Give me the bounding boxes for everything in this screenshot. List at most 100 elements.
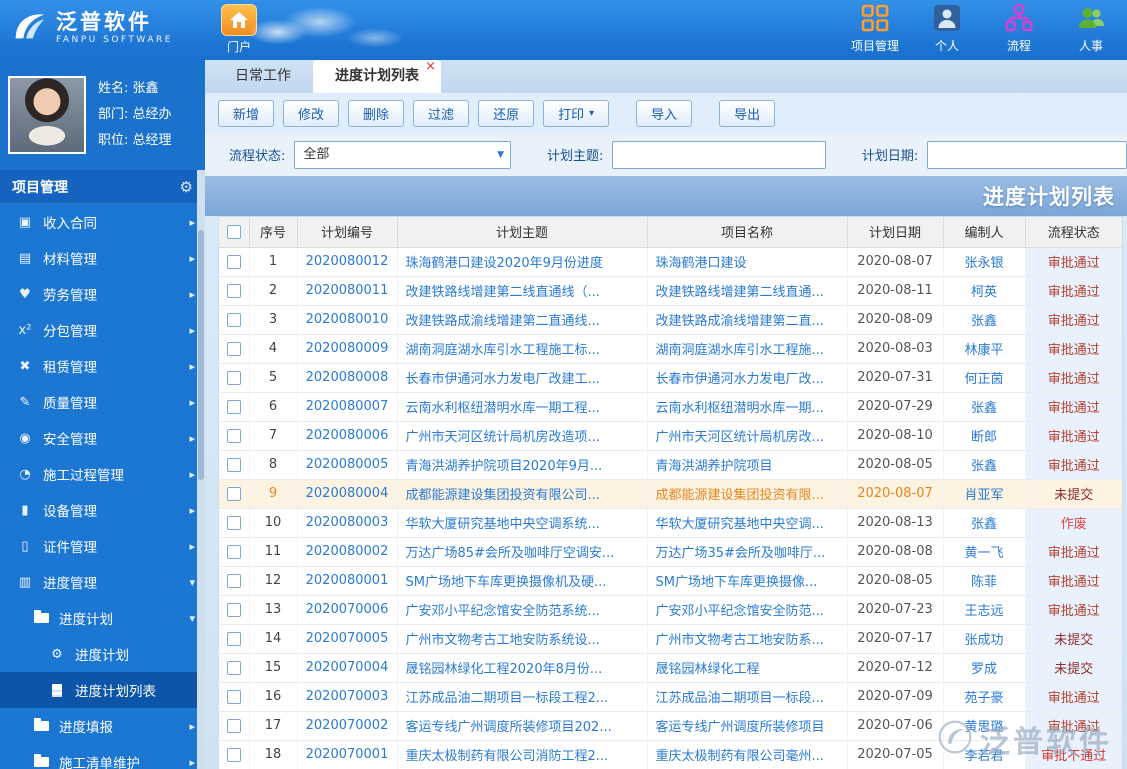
table-row[interactable]: 15 2020070004 晟铭园林绿化工程2020年8月份... 晟铭园林绿化工程 2… [219,653,1122,683]
print-button[interactable]: 打印 ▾ [543,99,610,127]
plan-subject-link[interactable]: 重庆太极制药有限公司消防工程2... [406,749,609,764]
plan-code-link[interactable]: 2020080006 [306,428,389,443]
row-checkbox[interactable] [226,689,241,704]
table-row[interactable]: 5 2020080008 长春市伊通河水力发电厂改建工... 长春市伊通河水力发电厂改… [219,363,1122,393]
plan-subject-link[interactable]: 广州市文物考古工地安防系统设... [406,633,600,648]
sidebar-item-subcontract[interactable]: x² 分包管理 ▸ [0,312,205,348]
plan-code-link[interactable]: 2020080001 [306,573,389,588]
close-icon[interactable]: × [425,60,436,73]
plan-code-link[interactable]: 2020080005 [306,457,389,472]
nav-workflow[interactable]: 流程 [991,4,1047,54]
table-row[interactable]: 4 2020080009 湖南洞庭湖水库引水工程施工标... 湖南洞庭湖水库引水工程施… [219,334,1122,364]
plan-subject-link[interactable]: 改建铁路线增建第二线直通线（... [406,285,600,300]
plan-code-link[interactable]: 2020070002 [306,718,389,733]
plan-code-link[interactable]: 2020080011 [306,283,389,298]
plan-code-link[interactable]: 2020080010 [306,312,389,327]
table-row[interactable]: 3 2020080010 改建铁路成渝线增建第二直通线... 改建铁路成渝线增建第二直… [219,305,1122,335]
delete-button[interactable]: 删除 [348,99,405,127]
filter-button[interactable]: 过滤 [413,99,470,127]
subject-filter-input[interactable] [612,140,826,169]
sidebar-item-material[interactable]: ▤ 材料管理 ▸ [0,240,205,276]
sidebar-item-progress-report[interactable]: 进度填报 ▸ [0,708,205,744]
plan-code-link[interactable]: 2020070003 [306,689,389,704]
date-filter-input[interactable] [927,140,1127,169]
add-button[interactable]: 新增 [218,99,275,127]
plan-code-link[interactable]: 2020070001 [306,747,389,762]
sidebar-scrollbar[interactable] [197,170,205,769]
plan-subject-link[interactable]: 晟铭园林绿化工程2020年8月份... [406,662,603,677]
table-row[interactable]: 16 2020070003 江苏成品油二期项目一标段工程2... 江苏成品油二期项目一… [219,682,1122,712]
sidebar-item-progress-plan-group[interactable]: 进度计划 ▾ [0,600,205,636]
row-checkbox[interactable] [226,631,241,646]
table-row[interactable]: 11 2020080002 万达广场85#会所及咖啡厅空调安... 万达广场35#会所… [219,537,1122,567]
plan-subject-link[interactable]: 长春市伊通河水力发电厂改建工... [406,372,600,387]
select-all-checkbox[interactable] [226,224,241,239]
plan-subject-link[interactable]: 改建铁路成渝线增建第二直通线... [406,314,600,329]
tab-daily-work[interactable]: 日常工作 [213,60,313,93]
row-checkbox[interactable] [226,283,241,298]
plan-subject-link[interactable]: 湖南洞庭湖水库引水工程施工标... [406,343,600,358]
row-checkbox[interactable] [226,718,241,733]
row-checkbox[interactable] [226,747,241,762]
portal-button[interactable]: 门户 [216,4,262,55]
plan-subject-link[interactable]: 广安邓小平纪念馆安全防范系统... [406,604,600,619]
plan-subject-link[interactable]: 江苏成品油二期项目一标段工程2... [406,691,609,706]
nav-project-management[interactable]: 项目管理 [847,4,903,54]
plan-code-link[interactable]: 2020080012 [306,254,389,269]
row-checkbox[interactable] [226,544,241,559]
plan-code-link[interactable]: 2020070004 [306,660,389,675]
table-row[interactable]: 13 2020070006 广安邓小平纪念馆安全防范系统... 广安邓小平纪念馆安全防… [219,595,1122,625]
table-row[interactable]: 12 2020080001 SM广场地下车库更换摄像机及硬... SM广场地下车库更换… [219,566,1122,596]
row-checkbox[interactable] [226,602,241,617]
sidebar-item-quality[interactable]: ✎ 质量管理 ▸ [0,384,205,420]
row-checkbox[interactable] [226,254,241,269]
table-row[interactable]: 7 2020080006 广州市天河区统计局机房改造项... 广州市天河区统计局机房改… [219,421,1122,451]
plan-subject-link[interactable]: 华软大厦研究基地中央空调系统... [406,517,600,532]
sidebar-item-construction-list[interactable]: 施工清单维护 ▸ [0,744,205,769]
plan-subject-link[interactable]: SM广场地下车库更换摄像机及硬... [406,575,607,590]
row-checkbox[interactable] [226,370,241,385]
row-checkbox[interactable] [226,457,241,472]
sidebar-item-progress-mgmt[interactable]: ▥ 进度管理 ▾ [0,564,205,600]
modify-button[interactable]: 修改 [283,99,340,127]
table-row[interactable]: 2 2020080011 改建铁路线增建第二线直通线（... 改建铁路线增建第二线直通… [219,276,1122,306]
restore-button[interactable]: 还原 [478,99,535,127]
sidebar-item-progress-plan[interactable]: ⚙ 进度计划 [0,636,205,672]
table-row[interactable]: 9 2020080004 成都能源建设集团投资有限公司... 成都能源建设集团投资有限… [219,479,1122,509]
sidebar-item-progress-plan-list[interactable]: 进度计划列表 [0,672,205,708]
sidebar-item-construction-process[interactable]: ◔ 施工过程管理 ▸ [0,456,205,492]
row-checkbox[interactable] [226,573,241,588]
plan-subject-link[interactable]: 云南水利枢纽潜明水库一期工程... [406,401,600,416]
table-row[interactable]: 17 2020070002 客运专线广州调度所装修项目202... 客运专线广州调度所… [219,711,1122,741]
row-checkbox[interactable] [226,428,241,443]
plan-subject-link[interactable]: 成都能源建设集团投资有限公司... [406,488,600,503]
table-row[interactable]: 18 2020070001 重庆太极制药有限公司消防工程2... 重庆太极制药有限公司… [219,740,1122,769]
plan-code-link[interactable]: 2020080007 [306,399,389,414]
sidebar-item-labor[interactable]: ♥ 劳务管理 ▸ [0,276,205,312]
plan-code-link[interactable]: 2020080004 [306,486,389,501]
table-row[interactable]: 8 2020080005 青海洪湖养护院项目2020年9月... 青海洪湖养护院项目 2… [219,450,1122,480]
sidebar-item-lease[interactable]: ✖ 租赁管理 ▸ [0,348,205,384]
plan-code-link[interactable]: 2020080008 [306,370,389,385]
plan-subject-link[interactable]: 珠海鹤港口建设2020年9月份进度 [406,256,603,271]
table-row[interactable]: 14 2020070005 广州市文物考古工地安防系统设... 广州市文物考古工地安防… [219,624,1122,654]
plan-subject-link[interactable]: 客运专线广州调度所装修项目202... [406,720,612,735]
tab-progress-plan-list[interactable]: 进度计划列表 × [313,60,441,93]
nav-hr[interactable]: 人事 [1063,4,1119,54]
row-checkbox[interactable] [226,486,241,501]
row-checkbox[interactable] [226,312,241,327]
export-button[interactable]: 导出 [719,99,776,127]
row-checkbox[interactable] [226,660,241,675]
plan-subject-link[interactable]: 万达广场85#会所及咖啡厅空调安... [406,546,615,561]
plan-code-link[interactable]: 2020080009 [306,341,389,356]
plan-subject-link[interactable]: 广州市天河区统计局机房改造项... [406,430,600,445]
import-button[interactable]: 导入 [636,99,693,127]
sidebar-item-safety[interactable]: ◉ 安全管理 ▸ [0,420,205,456]
sidebar-item-equipment[interactable]: ▮ 设备管理 ▸ [0,492,205,528]
plan-code-link[interactable]: 2020080002 [306,544,389,559]
table-row[interactable]: 1 2020080012 珠海鹤港口建设2020年9月份进度 珠海鹤港口建设 2020-… [219,247,1122,277]
sidebar-item-certificate[interactable]: ▯ 证件管理 ▸ [0,528,205,564]
table-row[interactable]: 10 2020080003 华软大厦研究基地中央空调系统... 华软大厦研究基地中央空… [219,508,1122,538]
row-checkbox[interactable] [226,341,241,356]
row-checkbox[interactable] [226,515,241,530]
